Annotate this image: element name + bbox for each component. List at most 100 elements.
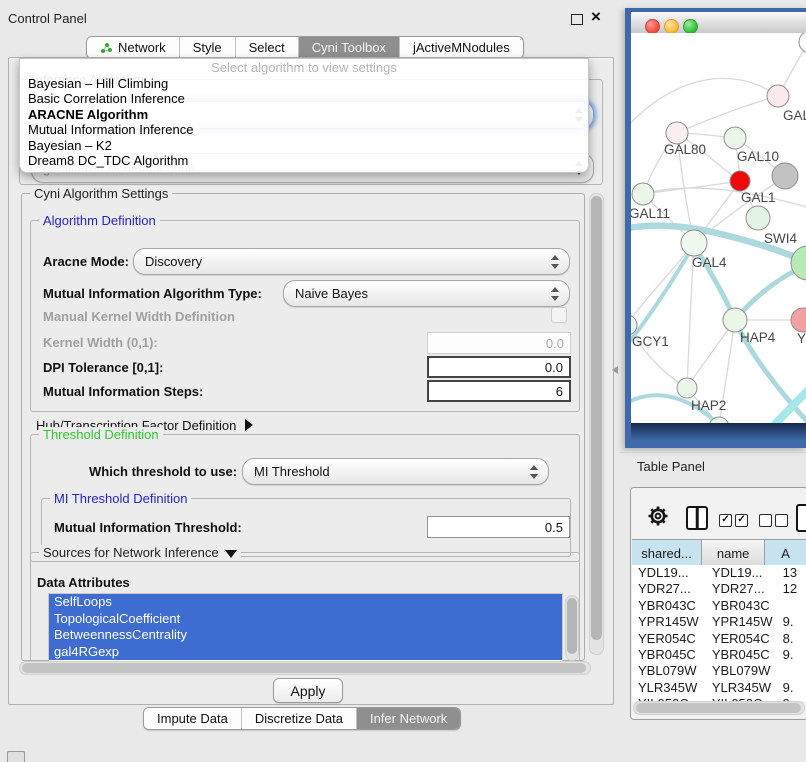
network-node-hap2[interactable] [677, 378, 697, 398]
gear-icon[interactable] [646, 504, 670, 528]
tab-infer-network[interactable]: Infer Network [356, 708, 460, 729]
tab-network[interactable]: Network [87, 37, 179, 58]
expand-right-icon[interactable] [245, 419, 253, 431]
node-table: ✓ ✓ shared...nameA YDL19...YDL19...13YDR… [630, 487, 806, 720]
network-node[interactable] [772, 163, 798, 189]
scrollbar-thumb[interactable] [567, 598, 577, 654]
sources-group: Sources for Network Inference Data Attri… [30, 552, 580, 660]
popup-item[interactable]: Mutual Information Inference [20, 122, 588, 137]
network-node[interactable] [799, 33, 806, 53]
minimized-panel-chip[interactable] [7, 751, 25, 762]
scrollbar-thumb[interactable] [591, 196, 602, 640]
table-row[interactable]: YDL19...YDL19...13 [632, 565, 806, 581]
dpi-tolerance-label: DPI Tolerance [0,1]: [43, 360, 163, 375]
network-node-gal11[interactable] [632, 183, 654, 205]
attribute-list-item[interactable]: BetweennessCentrality [49, 627, 562, 644]
data-attributes-list[interactable]: SelfLoopsTopologicalCoefficientBetweenne… [48, 593, 563, 662]
unchecked-checkbox-icon[interactable] [775, 514, 788, 527]
node-label: GAL4 [692, 255, 727, 270]
table-cell: YDL19... [632, 565, 706, 581]
popup-item[interactable]: ARACNE Algorithm [20, 107, 588, 122]
network-node-hap4[interactable] [723, 308, 747, 332]
attribute-list-item[interactable]: TopologicalCoefficient [49, 611, 562, 628]
close-icon[interactable]: × [591, 7, 601, 27]
table-row[interactable]: YLR345WYLR345W9. [632, 680, 806, 696]
table-horizontal-scrollbar[interactable] [633, 701, 805, 715]
table-cell: 13 [773, 565, 806, 581]
column-header[interactable]: shared... [632, 539, 702, 567]
column-header[interactable]: A [765, 539, 806, 567]
kernel-width-field[interactable]: 0.0 [427, 332, 571, 354]
tab-style[interactable]: Style [179, 37, 235, 58]
mi-steps-field[interactable]: 6 [427, 380, 571, 402]
node-label: HAP2 [691, 398, 726, 413]
divider [620, 452, 806, 453]
table-row[interactable]: YBR045CYBR045C9. [632, 647, 806, 663]
dpi-tolerance-field[interactable]: 0.0 [427, 356, 571, 378]
network-node-gal80[interactable] [666, 122, 688, 144]
column-header[interactable]: name [702, 539, 765, 567]
bottom-tab-bar: Impute DataDiscretize DataInfer Network [143, 707, 461, 730]
mi-threshold-field[interactable]: 0.5 [427, 516, 570, 538]
network-node[interactable] [791, 246, 806, 280]
zoom-traffic-light[interactable] [683, 19, 698, 34]
network-node-y[interactable] [791, 308, 806, 332]
attribute-list-item[interactable]: SelfLoops [49, 594, 562, 611]
popup-item[interactable]: Basic Correlation Inference [20, 91, 588, 106]
network-node-gal1[interactable] [730, 171, 750, 191]
manual-kernel-checkbox[interactable] [551, 307, 567, 323]
apply-button[interactable]: Apply [273, 678, 343, 703]
node-label: HAP4 [740, 330, 776, 345]
application-window: Control Panel × NetworkStyleSelectCyni T… [0, 0, 806, 762]
document-icon[interactable] [796, 504, 806, 532]
splitpane-collapse-icon[interactable] [612, 366, 618, 374]
network-node-gal[interactable] [767, 85, 789, 107]
table-row[interactable]: YBR043CYBR043C [632, 598, 806, 614]
table-row[interactable]: YDR27...YDR27...12 [632, 581, 806, 597]
table-cell: YLR345W [706, 680, 773, 696]
checked-checkbox-icon[interactable]: ✓ [719, 514, 732, 527]
tab-jactivemnodules[interactable]: jActiveMNodules [399, 37, 523, 58]
algorithm-definition-group: Algorithm Definition Aracne Mode: Discov… [30, 220, 580, 412]
unchecked-checkbox-icon[interactable] [759, 514, 772, 527]
network-node-swi4[interactable] [746, 206, 770, 230]
table-cell: 8. [773, 631, 806, 647]
group-title: Algorithm Definition [39, 213, 160, 228]
attribute-list-item[interactable]: gal4RGexp [49, 644, 562, 661]
settings-horizontal-scrollbar[interactable] [19, 661, 591, 675]
float-window-icon[interactable] [571, 14, 583, 25]
checked-checkbox-icon[interactable]: ✓ [735, 514, 748, 527]
aracne-mode-combobox[interactable]: Discovery [133, 248, 570, 275]
node-label: GAL80 [664, 142, 706, 157]
node-label: SWI4 [764, 231, 797, 246]
tab-select[interactable]: Select [235, 37, 298, 58]
table-cell: YDR27... [706, 581, 773, 597]
network-window-titlebar[interactable] [631, 12, 806, 34]
scrollbar-thumb[interactable] [636, 703, 801, 713]
list-vertical-scrollbar[interactable] [565, 595, 579, 661]
tab-cyni-toolbox[interactable]: Cyni Toolbox [298, 37, 399, 58]
close-traffic-light[interactable] [645, 19, 660, 34]
minimize-traffic-light[interactable] [664, 19, 679, 34]
collapse-down-icon[interactable] [225, 550, 237, 558]
popup-item[interactable]: Bayesian – Hill Climbing [20, 76, 588, 91]
network-node-gal4[interactable] [681, 230, 707, 256]
popup-item[interactable]: Bayesian – K2 [20, 138, 588, 153]
tab-discretize-data[interactable]: Discretize Data [241, 708, 356, 729]
table-row[interactable]: YBL079WYBL079W [632, 663, 806, 679]
table-row[interactable]: YER054CYER054C8. [632, 631, 806, 647]
which-threshold-combobox[interactable]: MI Threshold [242, 458, 549, 485]
table-cell [773, 598, 806, 614]
mi-type-combobox[interactable]: Naive Bayes [283, 280, 570, 307]
network-node-gal10[interactable] [724, 127, 746, 149]
settings-vertical-scrollbar[interactable] [589, 193, 604, 655]
table-row[interactable]: YPR145WYPR145W9. [632, 614, 806, 630]
tab-impute-data[interactable]: Impute Data [144, 708, 241, 729]
table-cell: YBR045C [706, 647, 773, 663]
column-layout-icon[interactable] [686, 506, 708, 530]
table-cell: YBR043C [706, 598, 773, 614]
network-canvas[interactable]: GALGAL80GAL10GAL1SWI4GAL11GAL4GCY1HAP4YH… [631, 33, 806, 423]
popup-item[interactable]: Dream8 DC_TDC Algorithm [20, 153, 588, 168]
field-value: 6 [556, 384, 563, 399]
scrollbar-thumb[interactable] [22, 663, 586, 673]
